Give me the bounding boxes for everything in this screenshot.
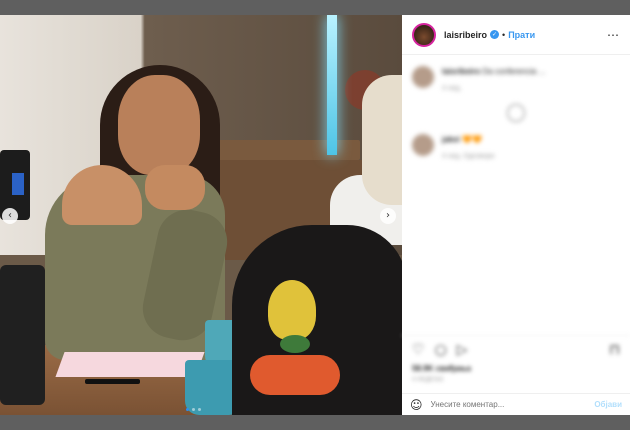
post-actions: ♡ ○ ▷ ⊓ 58.9K свиђања 4 НЕДЕЉЕ [402, 335, 630, 395]
comment-author[interactable]: jakei [442, 135, 460, 144]
prev-slide-button[interactable]: ‹ [2, 208, 18, 224]
chevron-right-icon: › [386, 210, 390, 221]
emoji-icon[interactable]: ☺ [410, 398, 423, 412]
post-photo[interactable]: ‹ › [0, 15, 402, 415]
hat-flower [268, 280, 316, 340]
slide-dot-active [186, 408, 189, 411]
slide-dot [198, 408, 201, 411]
comment-avatar[interactable] [412, 66, 434, 88]
verified-badge-icon: ✓ [490, 30, 500, 39]
pen [85, 379, 140, 384]
comment-input[interactable] [430, 400, 581, 409]
slide-dot [192, 408, 195, 411]
save-icon[interactable]: ⊓ [609, 342, 620, 358]
next-slide-button[interactable]: › [380, 208, 396, 224]
neon-light [327, 15, 337, 155]
load-more-comments-icon[interactable] [507, 104, 525, 122]
post-header: laisribeiro ✓ • Прати ⋯ [402, 15, 630, 55]
comments-list: laisribeiro Da conferencia ... 4 нед. ja… [402, 56, 630, 336]
comment-item: jakei 🧡🧡 4 нед. Одговори [412, 134, 620, 160]
hat-red-pattern [250, 355, 340, 395]
chevron-left-icon: ‹ [8, 210, 12, 221]
camera-screen [12, 173, 24, 195]
like-icon[interactable]: ♡ [412, 342, 425, 358]
comment-text: 🧡🧡 [462, 135, 482, 144]
comment-text: Da conferencia ... [482, 67, 546, 76]
pink-paper [55, 352, 205, 377]
woman-hand [145, 165, 205, 210]
likes-count[interactable]: 58.9K свиђања [412, 364, 620, 373]
comment-icon[interactable]: ○ [435, 342, 447, 358]
hat-leaf [280, 335, 310, 353]
caption-comment: laisribeiro Da conferencia ... 4 нед. [412, 66, 620, 92]
more-options-icon[interactable]: ⋯ [607, 28, 620, 42]
username-link[interactable]: laisribeiro [444, 30, 487, 40]
share-icon[interactable]: ▷ [457, 342, 468, 358]
person-blond-hair [362, 75, 402, 205]
add-comment-bar: ☺ Објави [402, 393, 630, 415]
background-shelf [210, 140, 360, 160]
separator-dot: • [502, 29, 506, 40]
slide-indicator [186, 408, 201, 411]
comment-avatar[interactable] [412, 134, 434, 156]
post-comment-button[interactable]: Објави [594, 400, 622, 409]
follow-button[interactable]: Прати [508, 30, 535, 40]
comment-meta: 4 нед. [442, 85, 462, 92]
post-date: 4 НЕДЕЉЕ [412, 377, 444, 383]
camera-rig [0, 265, 45, 405]
comment-meta: 4 нед. Одговори [442, 153, 495, 160]
post-modal: ‹ › laisribeiro ✓ • Прати ⋯ laisribeiro … [0, 15, 630, 415]
post-side-panel: laisribeiro ✓ • Прати ⋯ laisribeiro Da c… [402, 15, 630, 415]
comment-author[interactable]: laisribeiro [442, 67, 480, 76]
woman-face [118, 75, 200, 175]
avatar[interactable] [412, 22, 436, 47]
